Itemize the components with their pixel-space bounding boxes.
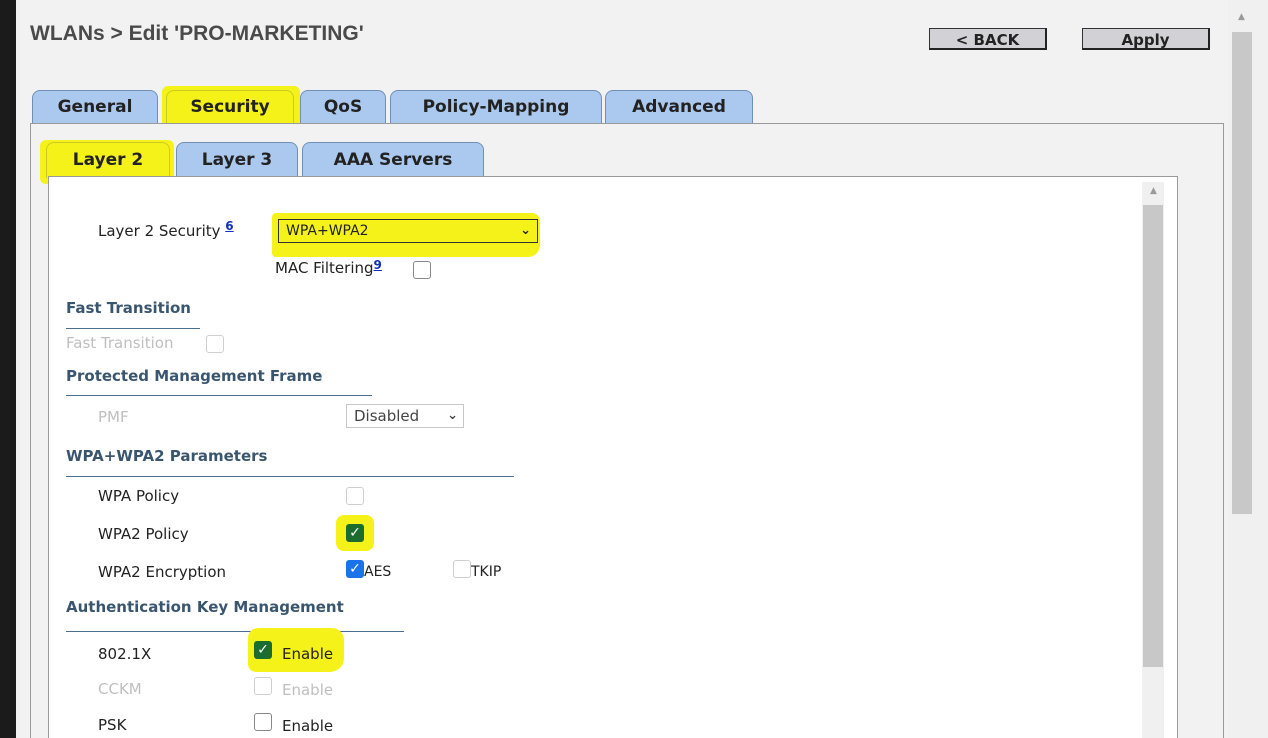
wpa-policy-checkbox[interactable]: [346, 487, 364, 505]
akm-cckm-checkbox[interactable]: [254, 677, 272, 695]
tab-security[interactable]: Security: [166, 90, 294, 124]
akm-8021x-enable-label: Enable: [282, 645, 334, 663]
fast-transition-heading: Fast Transition: [66, 299, 191, 317]
page-scrollbar-thumb[interactable]: [1232, 32, 1252, 514]
scroll-up-arrow-icon[interactable]: ▲: [1150, 186, 1157, 196]
scroll-up-arrow-icon[interactable]: ▲: [1238, 12, 1245, 22]
fast-transition-checkbox[interactable]: [206, 335, 224, 353]
akm-cckm-enable-label: Enable: [282, 681, 334, 699]
wpa-policy-label: WPA Policy: [98, 487, 180, 505]
akm-psk-label: PSK: [98, 716, 127, 734]
subtab-layer2[interactable]: Layer 2: [46, 142, 170, 178]
layer2-security-label: Layer 2 Security 6: [98, 219, 234, 240]
layer2-security-help-link[interactable]: 6: [225, 219, 233, 233]
check-icon: ✓: [257, 642, 269, 658]
apply-button[interactable]: Apply: [1082, 28, 1210, 50]
pmf-heading: Protected Management Frame: [66, 367, 323, 385]
akm-psk-checkbox[interactable]: [254, 713, 272, 731]
chevron-down-icon: ⌄: [447, 408, 458, 423]
mac-filtering-checkbox[interactable]: [413, 261, 431, 279]
subtab-layer3[interactable]: Layer 3: [176, 142, 298, 178]
inner-scrollbar-thumb[interactable]: [1143, 205, 1163, 667]
pmf-label: PMF: [98, 408, 129, 426]
page-title: WLANs > Edit 'PRO-MARKETING': [30, 22, 364, 45]
pmf-divider: [66, 395, 372, 396]
akm-heading: Authentication Key Management: [66, 598, 344, 616]
tab-policy-mapping[interactable]: Policy-Mapping: [390, 90, 602, 124]
akm-divider: [66, 631, 404, 632]
check-icon: ✓: [349, 561, 361, 577]
mac-filtering-label: MAC Filtering9: [275, 258, 382, 277]
wpa2-policy-checkbox[interactable]: ✓: [346, 524, 364, 542]
layer2-security-select[interactable]: WPA+WPA2 ⌄: [278, 219, 538, 243]
aes-label: AES: [364, 564, 392, 580]
subtab-aaa-servers[interactable]: AAA Servers: [302, 142, 484, 178]
akm-8021x-checkbox[interactable]: ✓: [254, 641, 272, 659]
akm-psk-enable-label: Enable: [282, 717, 334, 735]
tab-qos[interactable]: QoS: [300, 90, 386, 124]
tkip-checkbox[interactable]: [453, 560, 471, 578]
tab-general[interactable]: General: [32, 90, 158, 124]
fast-transition-divider: [66, 328, 200, 329]
back-button[interactable]: < BACK: [929, 28, 1047, 50]
fast-transition-label: Fast Transition: [66, 334, 174, 352]
akm-cckm-label: CCKM: [98, 680, 142, 698]
wpa-params-divider: [66, 476, 514, 477]
wpa-params-heading: WPA+WPA2 Parameters: [66, 447, 268, 465]
mac-filtering-help-link[interactable]: 9: [374, 258, 382, 272]
aes-checkbox[interactable]: ✓: [346, 560, 364, 578]
tab-advanced[interactable]: Advanced: [605, 90, 753, 124]
wpa2-encryption-label: WPA2 Encryption: [98, 563, 227, 581]
pmf-select[interactable]: Disabled ⌄: [346, 404, 464, 428]
wlan-edit-window: WLANs > Edit 'PRO-MARKETING' < BACK Appl…: [16, 0, 1228, 738]
check-icon: ✓: [349, 525, 361, 541]
chevron-down-icon: ⌄: [520, 223, 531, 238]
tkip-label: TKIP: [471, 564, 502, 580]
wpa2-policy-label: WPA2 Policy: [98, 525, 189, 543]
akm-8021x-label: 802.1X: [98, 645, 152, 663]
